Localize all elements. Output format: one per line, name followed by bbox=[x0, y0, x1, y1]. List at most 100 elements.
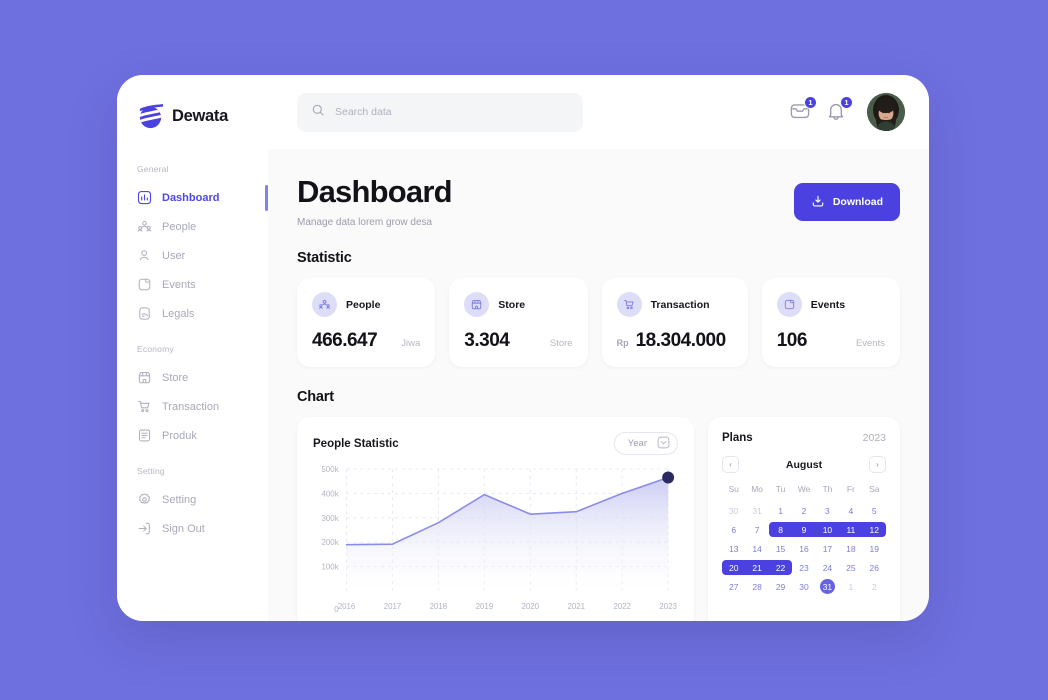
search-input[interactable] bbox=[335, 106, 569, 118]
cart-icon bbox=[137, 399, 152, 414]
stat-card-value-row: 466.647 Jiwa bbox=[312, 330, 420, 352]
calendar-week-row: 6 7 8 9 10 11 12 bbox=[722, 521, 886, 538]
year-select[interactable]: Year bbox=[613, 432, 678, 456]
svg-text:2020: 2020 bbox=[522, 602, 540, 611]
calendar-day[interactable]: 14 bbox=[745, 540, 768, 557]
active-indicator bbox=[265, 184, 268, 211]
avatar[interactable] bbox=[867, 93, 905, 131]
sidebar-item-dashboard[interactable]: Dashboard bbox=[117, 183, 268, 212]
page-subtitle: Manage data lorem grow desa bbox=[297, 217, 433, 229]
people-group-icon bbox=[137, 219, 152, 234]
stat-card-people[interactable]: People 466.647 Jiwa bbox=[297, 278, 436, 368]
calendar-day[interactable]: 1 bbox=[769, 502, 792, 519]
svg-text:2018: 2018 bbox=[430, 602, 448, 611]
sidebar-item-sign-out[interactable]: Sign Out bbox=[117, 514, 268, 543]
calendar-day[interactable]: 4 bbox=[839, 502, 862, 519]
calendar-day[interactable]: 9 bbox=[792, 521, 815, 538]
calendar-day[interactable]: 15 bbox=[769, 540, 792, 557]
calendar-day[interactable]: 6 bbox=[722, 521, 745, 538]
sidebar-item-label: Produk bbox=[162, 429, 197, 442]
calendar-dow: Mo bbox=[751, 484, 764, 495]
stat-card-events[interactable]: Events 106 Events bbox=[761, 278, 900, 368]
calendar-day[interactable]: 23 bbox=[792, 559, 815, 576]
user-icon bbox=[137, 248, 152, 263]
calendar-week-row: 30 31 1 2 3 4 5 bbox=[722, 502, 886, 519]
brand-logo[interactable]: Dewata bbox=[117, 103, 268, 130]
calendar-day[interactable]: 25 bbox=[839, 559, 862, 576]
calendar-day[interactable]: 21 bbox=[745, 559, 768, 576]
calendar-day[interactable]: 5 bbox=[863, 502, 886, 519]
nav-group-label: Setting bbox=[137, 466, 165, 476]
download-icon bbox=[811, 194, 825, 211]
stat-unit: Events bbox=[855, 338, 885, 350]
calendar-day[interactable]: 1 bbox=[839, 578, 862, 595]
nav-group-setting: Setting Setting Sign Out bbox=[117, 466, 268, 543]
calendar-year: 2023 bbox=[862, 432, 886, 445]
nav-group-economy: Economy Store Transaction Produk bbox=[117, 344, 268, 450]
calendar-day[interactable]: 26 bbox=[863, 559, 886, 576]
calendar-day[interactable]: 2 bbox=[792, 502, 815, 519]
list-icon bbox=[137, 428, 152, 443]
sidebar-item-transaction[interactable]: Transaction bbox=[117, 392, 268, 421]
calendar-weeks: 30 31 1 2 3 4 5 6 7 8 9 10 11 12 13 14 15 16 17 18 19 20 21 22 2… bbox=[722, 502, 886, 595]
sidebar-item-legals[interactable]: Legals bbox=[117, 299, 268, 328]
calendar-month: August bbox=[785, 458, 823, 471]
sidebar-item-setting[interactable]: Setting bbox=[117, 485, 268, 514]
calendar-day[interactable]: 24 bbox=[816, 559, 839, 576]
stat-card-header: Events bbox=[776, 292, 885, 318]
calendar-day[interactable]: 29 bbox=[769, 578, 792, 595]
calendar-prev-button[interactable]: ‹ bbox=[722, 456, 739, 474]
stat-card-header: Store bbox=[464, 292, 572, 318]
calendar-day[interactable]: 11 bbox=[839, 521, 862, 538]
calendar-day[interactable]: 30 bbox=[792, 578, 815, 595]
sidebar-item-user[interactable]: User bbox=[117, 241, 268, 270]
sidebar-item-produk[interactable]: Produk bbox=[117, 421, 268, 450]
sidebar-item-label: Events bbox=[162, 278, 196, 291]
content: Dashboard Manage data lorem grow desa Do… bbox=[268, 149, 929, 621]
calendar-day[interactable]: 13 bbox=[722, 540, 745, 557]
nav-group-label: General bbox=[137, 164, 169, 174]
sidebar-item-label: Store bbox=[162, 371, 189, 384]
search-box[interactable] bbox=[297, 92, 583, 132]
calendar-day[interactable]: 20 bbox=[722, 559, 745, 576]
calendar-day[interactable]: 12 bbox=[863, 521, 886, 538]
dewata-logo-icon bbox=[137, 103, 164, 130]
calendar-day[interactable]: 16 bbox=[792, 540, 815, 557]
notifications-button[interactable]: 1 bbox=[825, 96, 853, 124]
chevron-down-icon bbox=[657, 436, 670, 452]
chart-card-header: People Statistic Year bbox=[313, 432, 678, 456]
chart-section-title: Chart bbox=[297, 389, 334, 406]
stat-unit: Store bbox=[549, 338, 573, 350]
stat-card-value-row: 3.304 Store bbox=[464, 330, 572, 352]
calendar-day[interactable]: 10 bbox=[816, 521, 839, 538]
stat-card-transaction[interactable]: Transaction Rp 18.304.000 bbox=[601, 278, 748, 368]
messages-badge: 1 bbox=[804, 96, 817, 109]
calendar-day[interactable]: 2 bbox=[863, 578, 886, 595]
calendar-title: Plans bbox=[722, 432, 753, 445]
calendar-next-button[interactable]: › bbox=[868, 456, 886, 474]
gear-icon bbox=[137, 492, 152, 507]
svg-text:2021: 2021 bbox=[567, 602, 585, 611]
stat-card-store[interactable]: Store 3.304 Store bbox=[449, 278, 588, 368]
calendar-day[interactable]: 30 bbox=[722, 502, 745, 519]
calendar-day[interactable]: 28 bbox=[745, 578, 768, 595]
calendar-day[interactable]: 31 bbox=[745, 502, 768, 519]
topbar: 1 1 bbox=[268, 75, 929, 149]
calendar-week-row: 27 28 29 30 31 1 2 bbox=[722, 578, 886, 595]
sidebar-item-events[interactable]: Events bbox=[117, 270, 268, 299]
calendar-day[interactable]: 7 bbox=[745, 521, 768, 538]
calendar-day[interactable]: 27 bbox=[722, 578, 745, 595]
messages-button[interactable]: 1 bbox=[789, 96, 817, 124]
area-chart: 0 100k 200k 300k 400k 500k 2016 2017 2018 2019 202… bbox=[313, 463, 678, 618]
calendar-day[interactable]: 22 bbox=[769, 559, 792, 576]
sidebar-item-people[interactable]: People bbox=[117, 212, 268, 241]
calendar-day[interactable]: 17 bbox=[816, 540, 839, 557]
calendar-day[interactable]: 3 bbox=[816, 502, 839, 519]
calendar-day-selected[interactable]: 31 bbox=[816, 578, 839, 595]
calendar-day[interactable]: 19 bbox=[863, 540, 886, 557]
calendar-day[interactable]: 8 bbox=[769, 521, 792, 538]
download-button[interactable]: Download bbox=[793, 183, 900, 221]
download-label: Download bbox=[832, 196, 883, 208]
calendar-day[interactable]: 18 bbox=[839, 540, 862, 557]
sidebar-item-store[interactable]: Store bbox=[117, 363, 268, 392]
